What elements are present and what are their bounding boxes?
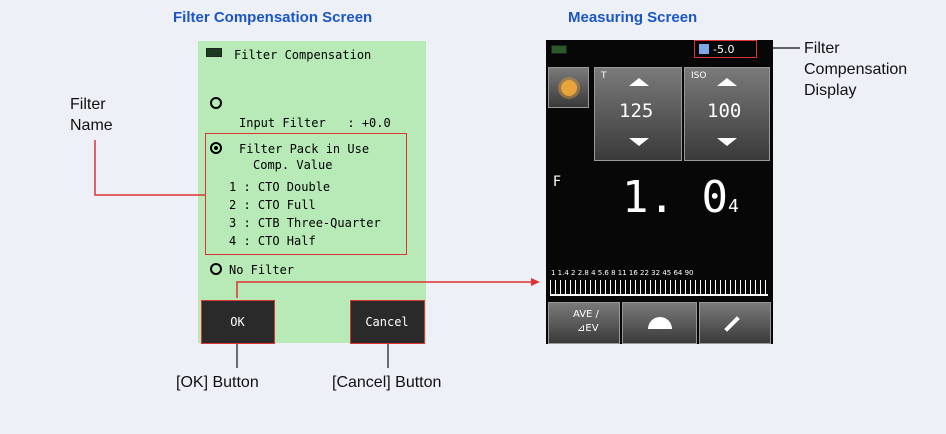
ave-label: AVE / [573,309,599,320]
ev-label: ⊿EV [577,323,599,334]
f-value: 1. 0 [622,172,728,223]
dome-icon [648,317,672,329]
light-settings-button[interactable] [548,67,589,108]
wrench-icon [724,316,740,332]
scale-ticks [550,280,768,294]
t-label: T [601,71,607,81]
iso-label: ISO [691,71,707,81]
filter-compensation-highlight [694,40,757,58]
f-value-readout: 1. 04 [622,172,739,223]
f-subscript: 4 [727,196,739,217]
battery-icon [551,45,567,54]
cancel-button-callout: [Cancel] Button [332,374,442,391]
ok-button-callout: [OK] Button [176,374,259,391]
scale-baseline [550,294,768,296]
dome-button[interactable] [622,302,697,344]
shutter-speed-value: 125 [619,100,654,122]
f-label: F [553,174,562,190]
filter-compensation-callout: Filter Compensation Display [804,40,908,99]
ave-ev-button[interactable]: AVE / ⊿EV [548,302,620,344]
measuring-screen: -5.0 T 125 ISO 100 F 1. 04 1 1.4 2 2.8 4… [546,40,773,344]
chevron-down-icon [629,138,649,146]
sun-icon [561,80,577,96]
iso-button[interactable]: ISO 100 [684,67,770,161]
aperture-scale: 1 1.4 2 2.8 4 5.6 8 11 16 22 32 45 64 90 [551,269,694,277]
tools-button[interactable] [699,302,771,344]
chevron-up-icon [717,78,737,86]
shutter-speed-button[interactable]: T 125 [594,67,682,161]
iso-value: 100 [707,100,742,122]
chevron-down-icon [717,138,737,146]
chevron-up-icon [629,78,649,86]
